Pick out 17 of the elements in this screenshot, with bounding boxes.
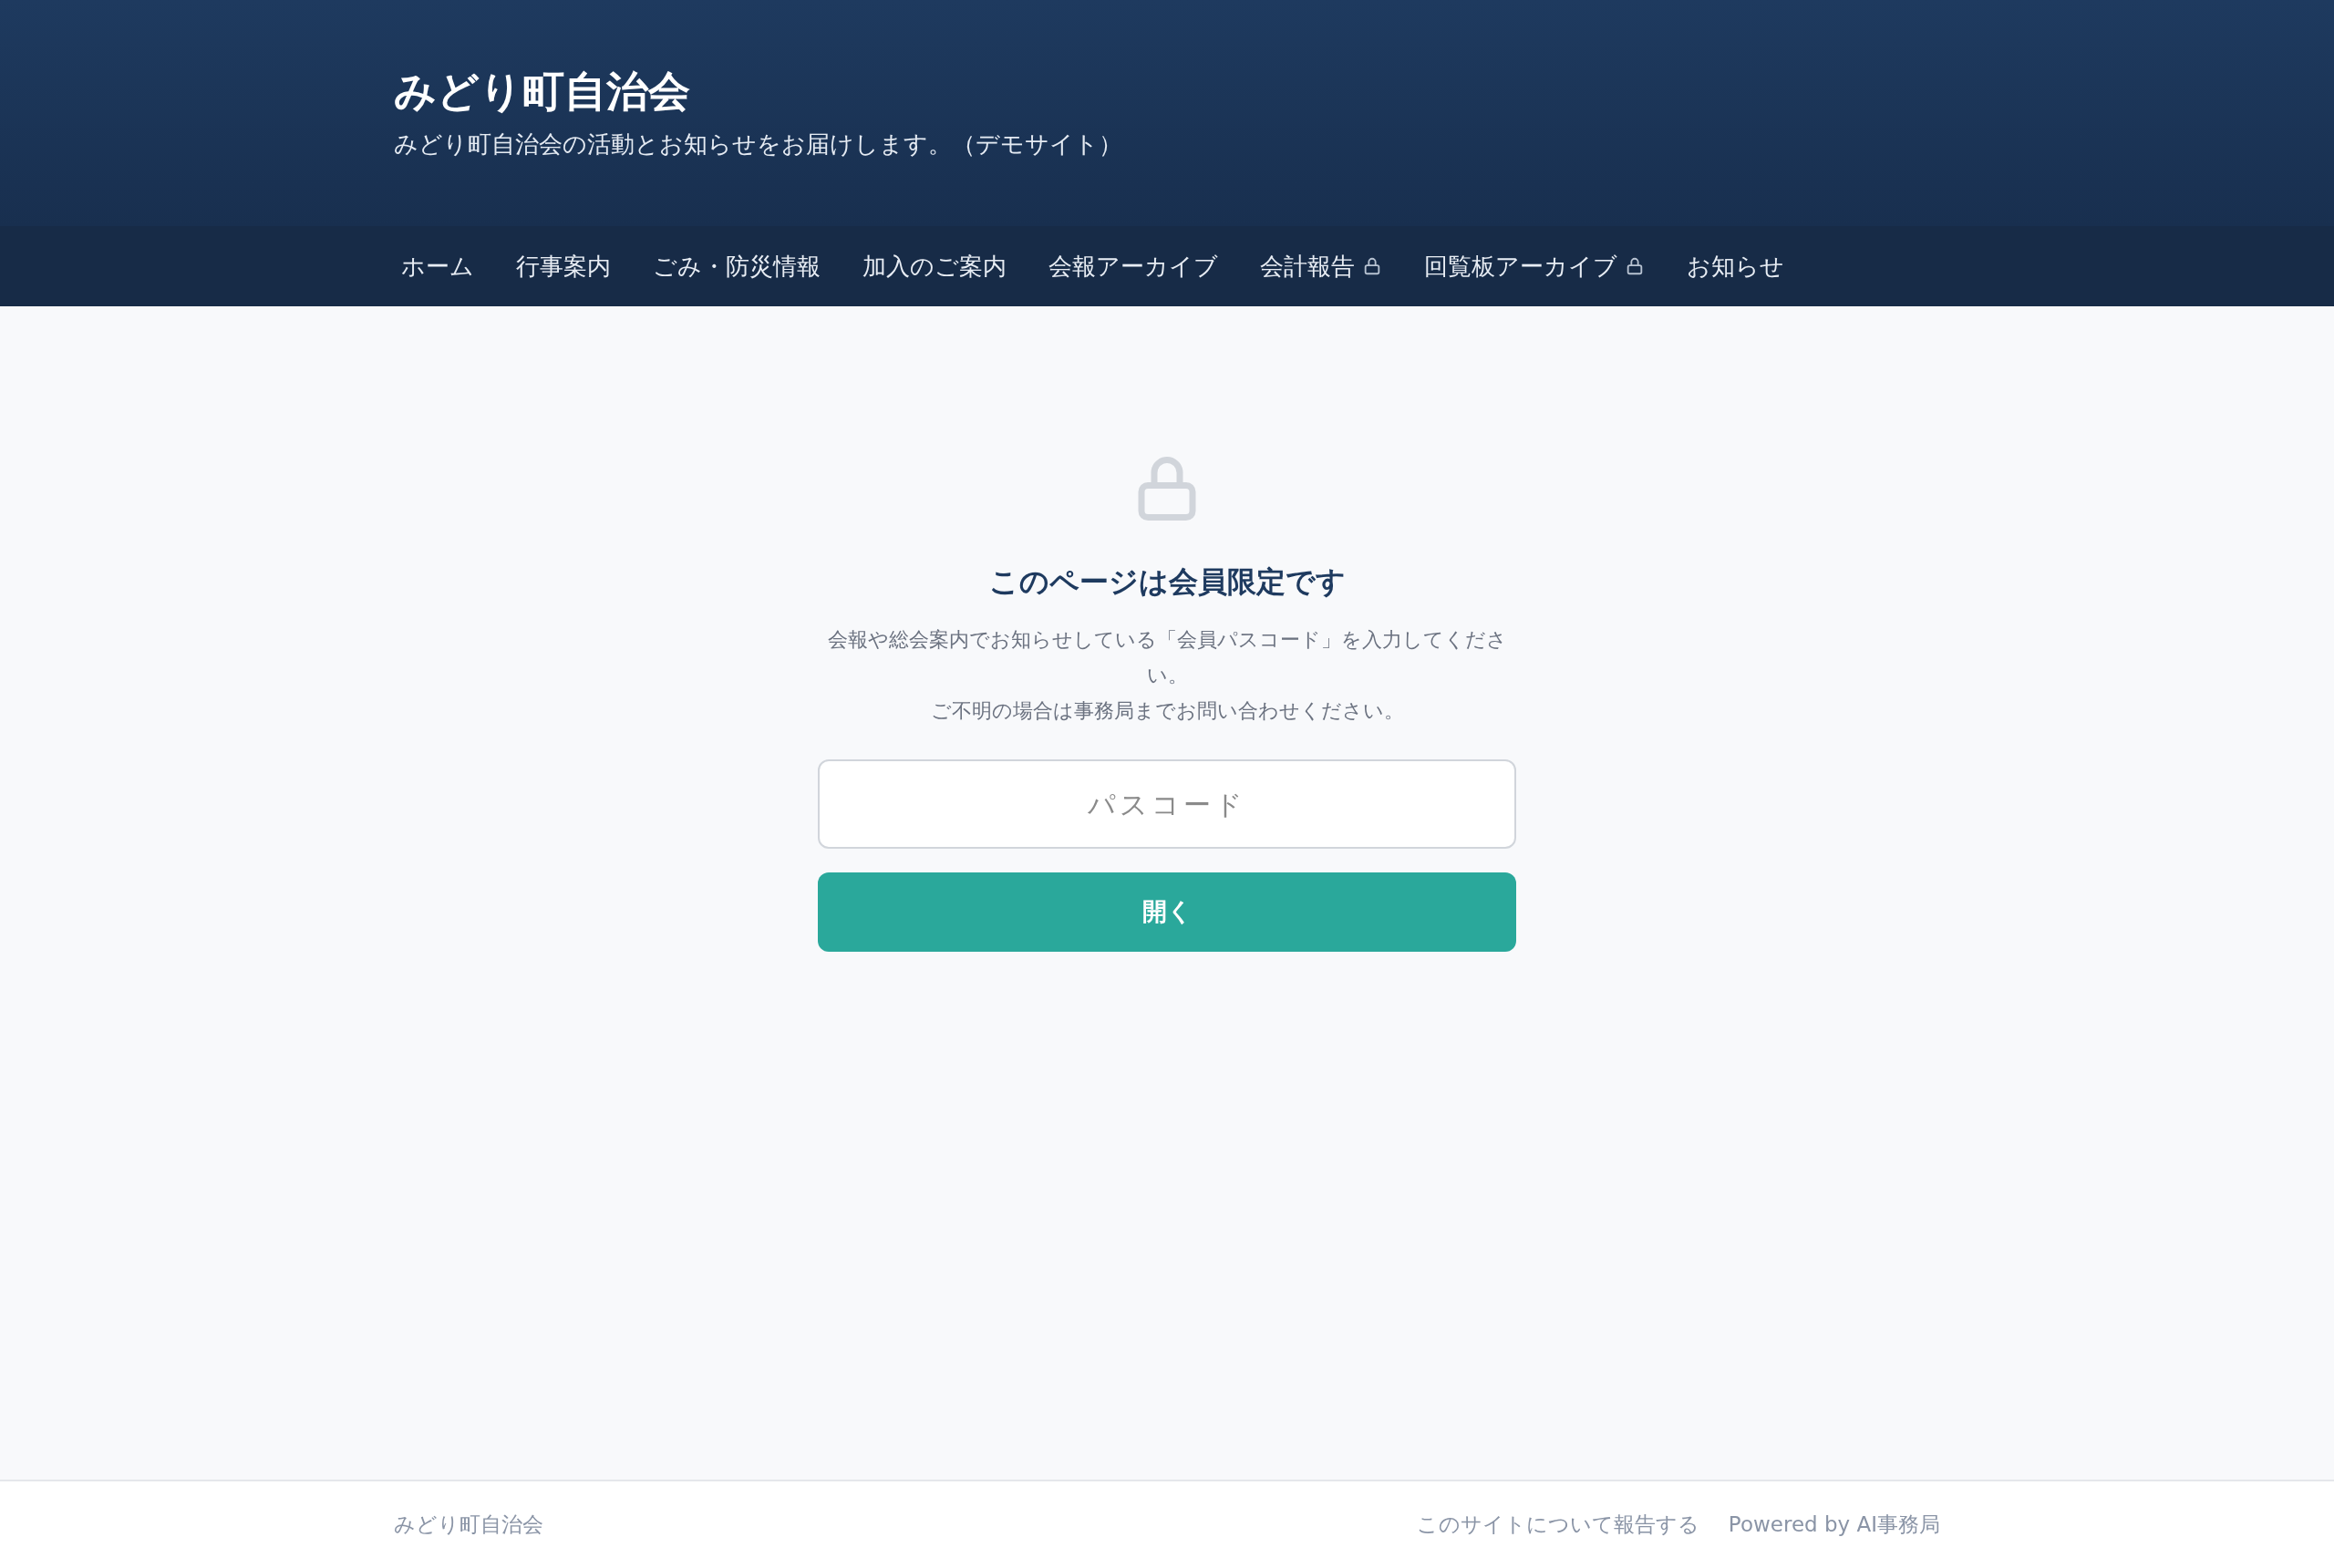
- footer-site-name: みどり町自治会: [394, 1511, 543, 1539]
- site-title: みどり町自治会: [394, 70, 691, 112]
- passcode-field[interactable]: パスコード: [818, 759, 1516, 849]
- lock-icon: [1625, 256, 1645, 276]
- gate-message: ご不明の場合は事務局までお問い合わせください。: [930, 698, 1404, 724]
- lock-icon: [1362, 256, 1382, 276]
- nav-link[interactable]: ごみ・防災情報: [645, 248, 828, 284]
- gate-title: このページは会員限定です: [988, 563, 1346, 601]
- nav-link[interactable]: 回覧板アーカイブ: [1417, 248, 1652, 284]
- nav-link[interactable]: ホーム: [394, 248, 481, 284]
- nav-link[interactable]: 加入のご案内: [855, 248, 1014, 284]
- site-tagline: みどり町自治会の活動とお知らせをお届けします。（デモサイト）: [394, 132, 1123, 156]
- nav-link[interactable]: 会報アーカイブ: [1041, 248, 1225, 284]
- nav-link[interactable]: お知らせ: [1679, 248, 1792, 284]
- nav-link[interactable]: 行事案内: [509, 248, 618, 284]
- nav-link[interactable]: 会計報告: [1253, 248, 1389, 284]
- gate-message: 会報や総会案内でお知らせしている「会員パスコード」を入力してください。: [826, 627, 1508, 688]
